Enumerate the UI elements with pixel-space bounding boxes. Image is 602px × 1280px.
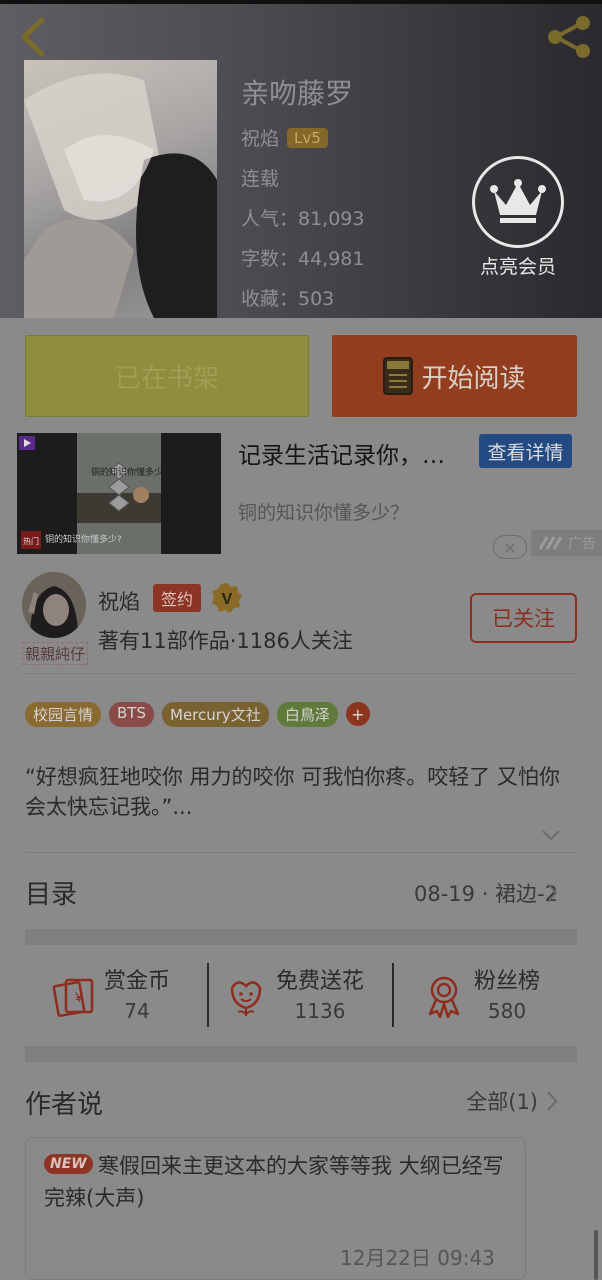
tag-list: 校园言情 BTS Mercury文社 白鳥泽 + (25, 702, 370, 727)
tag-chip[interactable]: 白鳥泽 (276, 702, 338, 727)
scrollbar[interactable] (594, 1230, 598, 1280)
crown-icon (490, 179, 546, 223)
ad-close-button[interactable]: × (493, 535, 527, 559)
fan-ranking-button[interactable]: 粉丝榜 580 (422, 964, 540, 1028)
book-header: 亲吻藤罗 祝焰 Lv5 连载 人气：81,093 字数：44,981 收藏：50… (0, 0, 602, 318)
toc-title[interactable]: 目录 (25, 874, 77, 911)
coin-reward-icon: ¥ (52, 978, 94, 1017)
ad-image-overlay-text: 铜的知识你懂多少 (91, 468, 164, 478)
flower-icon (230, 981, 262, 1016)
free-flower-count: 1136 (294, 999, 346, 1023)
fan-ranking-label: 粉丝榜 (474, 969, 541, 994)
author-note-time: 12月22日 09:43 (340, 1246, 495, 1270)
ad-subtitle[interactable]: 铜的知识你懂多少？ (238, 498, 409, 525)
author-card-name[interactable]: 祝焰 (98, 586, 140, 616)
avatar-caption: 親親純仔 (22, 642, 89, 665)
free-flower-label: 免费送花 (276, 969, 365, 994)
author-stats: 著有11部作品·1186人关注 (98, 629, 353, 653)
cover-art (24, 73, 217, 318)
author-says-all-link[interactable]: 全部(1) (466, 1086, 538, 1116)
book-title: 亲吻藤罗 (241, 77, 354, 110)
more-tags-button[interactable]: + (345, 702, 370, 726)
favorites-stat: 收藏：503 (241, 288, 335, 310)
vip-button[interactable]: 点亮会员 (472, 156, 564, 279)
popularity-stat: 人气：81,093 (241, 208, 365, 230)
ad-label: 广告 (531, 530, 602, 556)
book-description[interactable]: “好想疯狂地咬你 用力的咬你 可我怕你疼。咬轻了 又怕你会太快忘记我。”... (25, 762, 577, 822)
back-button[interactable] (14, 14, 54, 60)
tag-chip[interactable]: 校园言情 (25, 702, 102, 727)
section-band (25, 929, 577, 945)
close-icon: × (503, 537, 517, 557)
free-flower-button[interactable]: 免费送花 1136 (224, 964, 364, 1028)
ad-image-hot-tag: 热门 (23, 537, 39, 546)
vip-label: 点亮会员 (479, 256, 556, 278)
chevron-down-icon[interactable] (541, 828, 561, 842)
stat-separator (207, 963, 209, 1027)
tag-chip[interactable]: BTS (109, 702, 154, 727)
level-badge: Lv5 (287, 127, 328, 148)
serial-status: 连载 (241, 168, 280, 190)
book-icon (383, 357, 414, 395)
word-count-stat: 字数：44,981 (241, 248, 365, 270)
fan-ranking-count: 580 (487, 999, 527, 1023)
chevron-right-icon[interactable] (545, 1090, 559, 1112)
svg-text:¥: ¥ (74, 989, 83, 1005)
medal-icon (428, 976, 460, 1018)
ad-image-caption: 铜的知识你懂多少? (45, 535, 122, 545)
chevron-left-icon (21, 17, 45, 57)
toc-latest-chapter[interactable]: 08-19 · 裙边-2 (414, 878, 558, 908)
section-band (25, 1046, 577, 1062)
status-bar-strip (0, 0, 602, 4)
in-shelf-label: 已在书架 (114, 363, 219, 394)
reward-coins-label: 赏金币 (104, 969, 171, 994)
ad-details-button[interactable]: 查看详情 (479, 434, 572, 468)
book-cover-image[interactable] (24, 60, 217, 318)
start-reading-button[interactable]: 开始阅读 (332, 335, 577, 417)
signed-badge: 签约 (153, 584, 202, 612)
ad-label-text: 广告 (568, 536, 596, 552)
verified-v-icon: V (212, 583, 242, 613)
share-button[interactable] (544, 14, 596, 60)
divider (25, 852, 577, 853)
ad-title[interactable]: 记录生活记录你，… (238, 436, 445, 470)
reward-coins-count: 74 (124, 999, 150, 1023)
stat-separator (392, 963, 394, 1027)
author-says-title: 作者说 (25, 1090, 104, 1120)
in-shelf-button[interactable]: 已在书架 (25, 335, 309, 417)
divider (25, 673, 577, 674)
new-badge: NEW (44, 1154, 93, 1174)
tag-chip[interactable]: Mercury文社 (162, 702, 269, 727)
svg-text:V: V (222, 591, 233, 608)
author-name[interactable]: 祝焰 (241, 124, 279, 151)
ad-stripes-icon (538, 536, 563, 550)
reward-coins-button[interactable]: ¥ 赏金币 74 (52, 964, 170, 1028)
author-note-text: 寒假回来主更这本的大家等等我 大纲已经写完辣(大声) (44, 1154, 504, 1210)
author-row[interactable]: 祝焰 Lv5 (241, 124, 328, 151)
author-avatar[interactable] (22, 572, 86, 638)
ad-image[interactable]: 铜的知识你懂多少 热门 铜的知识你懂多少? (17, 433, 221, 554)
vip-circle (472, 156, 564, 248)
share-icon (548, 16, 590, 58)
start-reading-label: 开始阅读 (421, 363, 526, 394)
chevron-right-icon[interactable] (545, 882, 559, 904)
avatar-image (22, 572, 86, 638)
follow-button[interactable]: 已关注 (470, 593, 577, 643)
